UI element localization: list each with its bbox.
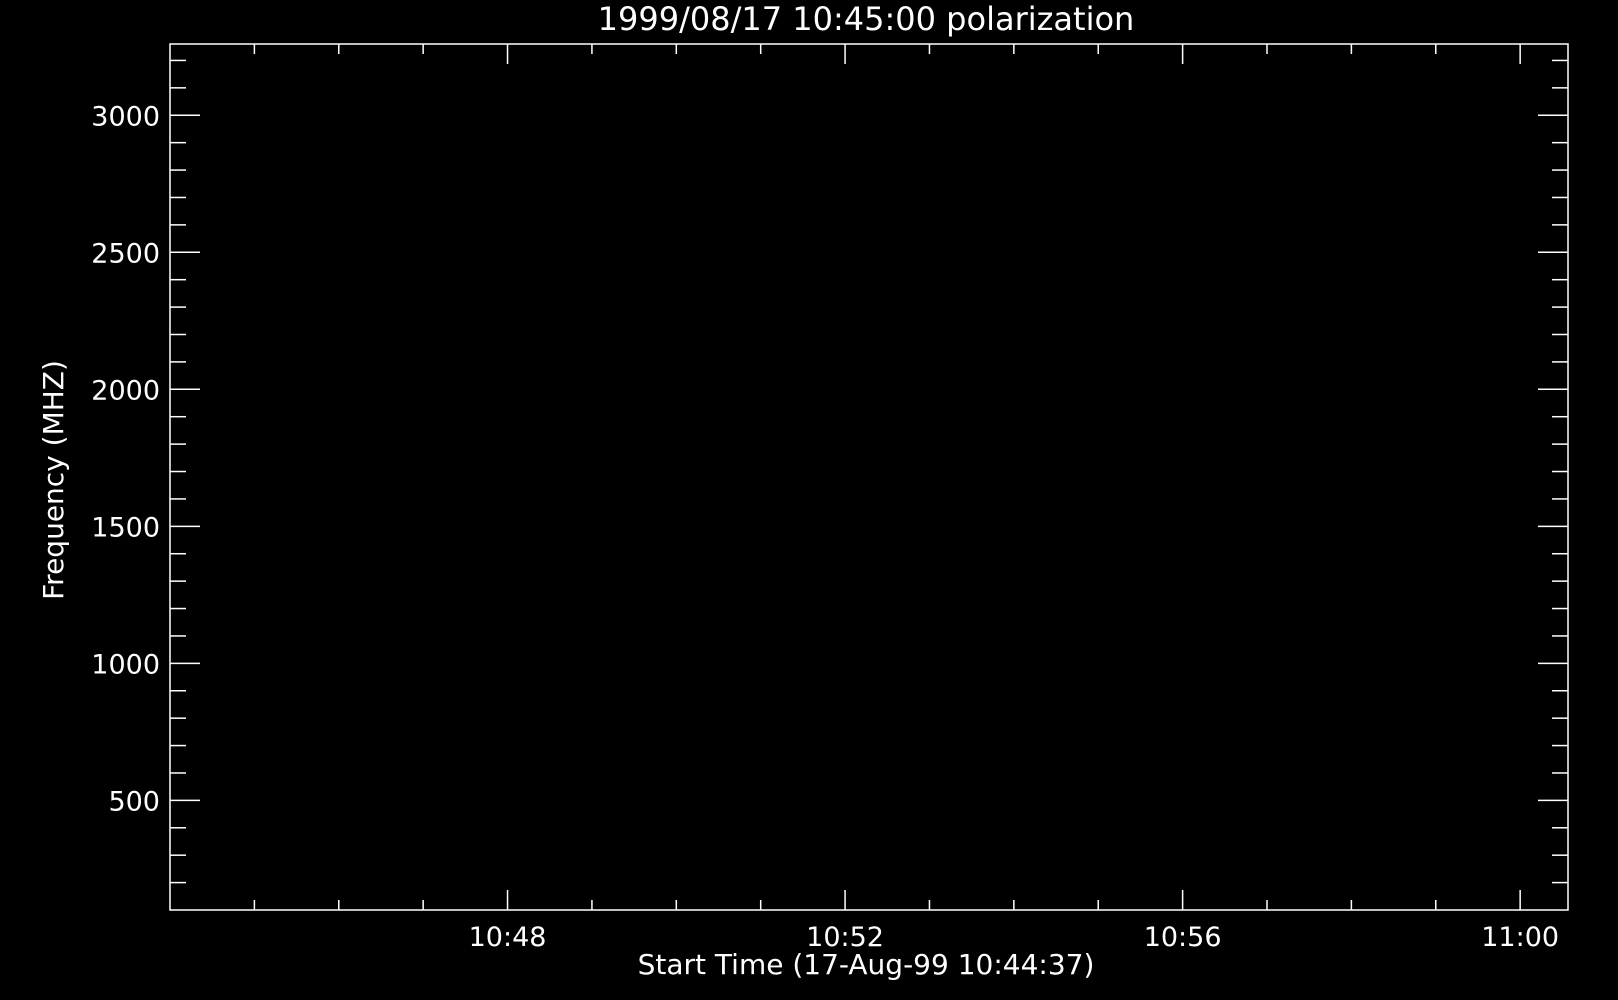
x-axis-label: Start Time (17-Aug-99 10:44:37)	[638, 948, 1095, 981]
y-tick-label: 1000	[91, 649, 160, 680]
y-tick-label: 2000	[91, 375, 160, 406]
x-tick-label: 10:56	[1144, 922, 1222, 953]
y-tick-label: 2500	[91, 238, 160, 269]
x-tick-label: 10:48	[469, 922, 547, 953]
spectrogram-figure: 1999/08/17 10:45:00 polarization 10:48 10…	[0, 0, 1618, 1000]
y-tick-label: 1500	[91, 512, 160, 543]
y-axis-label: Frequency (MHZ)	[37, 360, 70, 600]
y-tick-label: 500	[108, 786, 160, 817]
chart-title: 1999/08/17 10:45:00 polarization	[598, 0, 1135, 38]
figure-background	[0, 0, 1618, 1000]
y-tick-label: 3000	[91, 101, 160, 132]
x-tick-label: 11:00	[1481, 922, 1559, 953]
